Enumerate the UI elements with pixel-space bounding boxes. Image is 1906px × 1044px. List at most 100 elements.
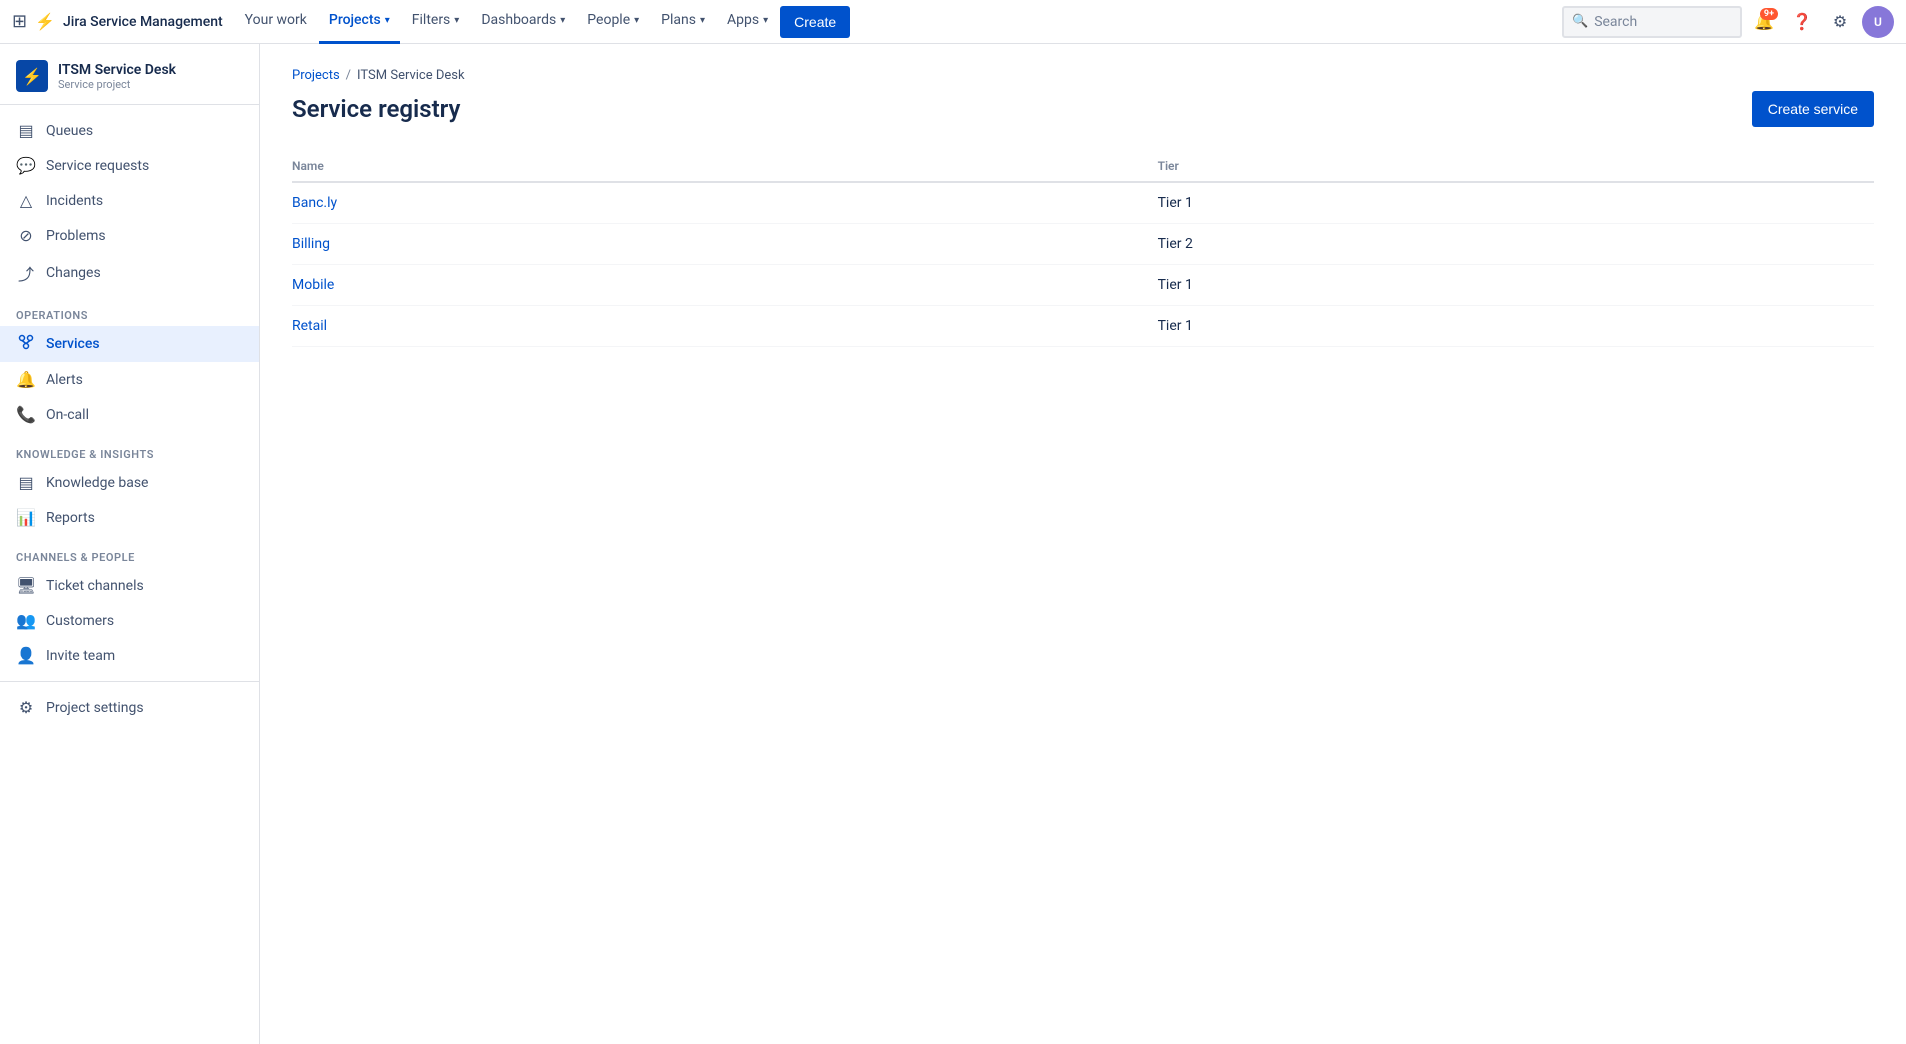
- sidebar-item-incidents[interactable]: △ Incidents: [0, 183, 259, 218]
- sidebar-item-problems[interactable]: ⊘ Problems: [0, 218, 259, 253]
- create-service-button[interactable]: Create service: [1752, 91, 1874, 127]
- page-title: Service registry: [292, 95, 460, 123]
- page-header: Service registry Create service: [292, 91, 1874, 127]
- nav-plans[interactable]: Plans ▾: [651, 0, 715, 44]
- service-name-cell[interactable]: Mobile: [292, 265, 1158, 306]
- sidebar-item-label: Invite team: [46, 648, 115, 664]
- sidebar-item-queues[interactable]: ▤ Queues: [0, 113, 259, 148]
- project-info: ITSM Service Desk Service project: [58, 62, 176, 91]
- avatar[interactable]: U: [1862, 6, 1894, 38]
- sidebar-item-invite-team[interactable]: 👤 Invite team: [0, 638, 259, 673]
- sidebar-nav: ▤ Queues 💬 Service requests △ Incidents …: [0, 105, 259, 733]
- table-row: MobileTier 1: [292, 265, 1874, 306]
- nav-links: Your work Projects ▾ Filters ▾ Dashboard…: [235, 0, 1558, 44]
- nav-people[interactable]: People ▾: [577, 0, 649, 44]
- chevron-down-icon: ▾: [634, 15, 639, 26]
- top-navigation: ⊞ ⚡ Jira Service Management Your work Pr…: [0, 0, 1906, 44]
- incidents-icon: △: [16, 191, 36, 210]
- notification-badge: 9+: [1760, 8, 1778, 20]
- on-call-icon: 📞: [16, 405, 36, 424]
- settings-button[interactable]: ⚙: [1824, 6, 1856, 38]
- table-row: BillingTier 2: [292, 224, 1874, 265]
- service-tier-cell: Tier 1: [1158, 265, 1874, 306]
- table-row: RetailTier 1: [292, 306, 1874, 347]
- sidebar-item-knowledge-base[interactable]: ▤ Knowledge base: [0, 465, 259, 500]
- services-icon: [16, 334, 36, 354]
- jira-icon: ⚡: [35, 12, 55, 31]
- sidebar-item-project-settings[interactable]: ⚙ Project settings: [0, 690, 259, 725]
- nav-your-work[interactable]: Your work: [235, 0, 317, 44]
- ticket-channels-icon: 🖥: [16, 576, 36, 595]
- project-icon: ⚡: [16, 60, 48, 92]
- alerts-icon: 🔔: [16, 370, 36, 389]
- service-tier-cell: Tier 1: [1158, 182, 1874, 224]
- queues-icon: ▤: [16, 121, 36, 140]
- main-layout: ⚡ ITSM Service Desk Service project ▤ Qu…: [0, 44, 1906, 1044]
- sidebar-item-label: Changes: [46, 265, 101, 281]
- grid-icon[interactable]: ⊞: [12, 11, 27, 32]
- sidebar-item-label: Customers: [46, 613, 114, 629]
- sidebar-item-reports[interactable]: 📊 Reports: [0, 500, 259, 535]
- sidebar-item-label: Queues: [46, 123, 93, 139]
- name-column-header: Name: [292, 151, 1158, 182]
- sidebar-item-label: Ticket channels: [46, 578, 144, 594]
- search-box[interactable]: 🔍 Search: [1562, 6, 1742, 38]
- sidebar-item-ticket-channels[interactable]: 🖥 Ticket channels: [0, 568, 259, 603]
- create-button[interactable]: Create: [780, 6, 850, 38]
- sidebar-item-label: Project settings: [46, 700, 144, 716]
- knowledge-base-icon: ▤: [16, 473, 36, 492]
- sidebar: ⚡ ITSM Service Desk Service project ▤ Qu…: [0, 44, 260, 1044]
- breadcrumb-current: ITSM Service Desk: [357, 68, 465, 83]
- project-type: Service project: [58, 78, 176, 91]
- sidebar-item-label: Problems: [46, 228, 106, 244]
- table-body: Banc.lyTier 1BillingTier 2MobileTier 1Re…: [292, 182, 1874, 347]
- service-registry-table: Name Tier Banc.lyTier 1BillingTier 2Mobi…: [292, 151, 1874, 347]
- service-tier-cell: Tier 1: [1158, 306, 1874, 347]
- nav-filters[interactable]: Filters ▾: [402, 0, 470, 44]
- nav-projects[interactable]: Projects ▾: [319, 0, 400, 44]
- chevron-down-icon: ▾: [700, 15, 705, 26]
- sidebar-item-label: Reports: [46, 510, 95, 526]
- problems-icon: ⊘: [16, 226, 36, 245]
- knowledge-section-label: KNOWLEDGE & INSIGHTS: [0, 432, 259, 465]
- help-button[interactable]: ❓: [1786, 6, 1818, 38]
- service-name-cell[interactable]: Billing: [292, 224, 1158, 265]
- table-header: Name Tier: [292, 151, 1874, 182]
- app-name: Jira Service Management: [63, 14, 223, 30]
- sidebar-item-changes[interactable]: ⤴ Changes: [0, 253, 259, 293]
- project-name: ITSM Service Desk: [58, 62, 176, 78]
- sidebar-item-services[interactable]: Services: [0, 326, 259, 362]
- sidebar-item-label: Alerts: [46, 372, 83, 388]
- sidebar-item-label: Service requests: [46, 158, 149, 174]
- changes-icon: ⤴: [16, 261, 36, 285]
- breadcrumb-separator: /: [346, 68, 351, 83]
- sidebar-item-alerts[interactable]: 🔔 Alerts: [0, 362, 259, 397]
- nav-dashboards[interactable]: Dashboards ▾: [471, 0, 575, 44]
- breadcrumb-projects-link[interactable]: Projects: [292, 68, 340, 83]
- sidebar-item-service-requests[interactable]: 💬 Service requests: [0, 148, 259, 183]
- reports-icon: 📊: [16, 508, 36, 527]
- sidebar-item-label: Incidents: [46, 193, 103, 209]
- tier-column-header: Tier: [1158, 151, 1874, 182]
- sidebar-item-on-call[interactable]: 📞 On-call: [0, 397, 259, 432]
- app-logo[interactable]: ⊞ ⚡ Jira Service Management: [12, 11, 223, 32]
- table-row: Banc.lyTier 1: [292, 182, 1874, 224]
- search-placeholder: Search: [1594, 14, 1637, 30]
- channels-section-label: CHANNELS & PEOPLE: [0, 535, 259, 568]
- chevron-down-icon: ▾: [763, 15, 768, 26]
- invite-team-icon: 👤: [16, 646, 36, 665]
- project-icon-symbol: ⚡: [22, 67, 42, 86]
- nav-apps[interactable]: Apps ▾: [717, 0, 778, 44]
- service-name-cell[interactable]: Retail: [292, 306, 1158, 347]
- sidebar-item-label: Services: [46, 336, 100, 352]
- service-name-cell[interactable]: Banc.ly: [292, 182, 1158, 224]
- chevron-down-icon: ▾: [385, 15, 390, 26]
- sidebar-project[interactable]: ⚡ ITSM Service Desk Service project: [0, 44, 259, 105]
- sidebar-item-customers[interactable]: 👥 Customers: [0, 603, 259, 638]
- project-settings-icon: ⚙: [16, 698, 36, 717]
- chevron-down-icon: ▾: [560, 15, 565, 26]
- notifications-button[interactable]: 🔔 9+: [1748, 6, 1780, 38]
- sidebar-item-label: On-call: [46, 407, 89, 423]
- breadcrumb: Projects / ITSM Service Desk: [292, 68, 1874, 83]
- chevron-down-icon: ▾: [454, 15, 459, 26]
